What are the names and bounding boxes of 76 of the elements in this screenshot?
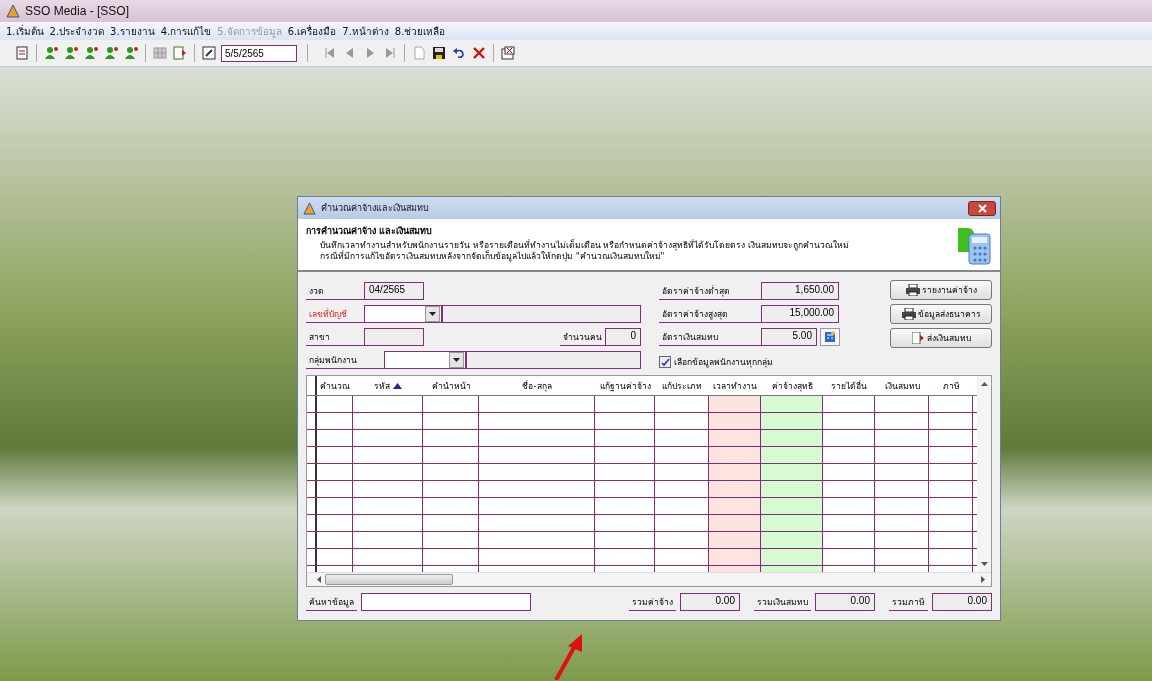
action-button[interactable]: ข้อมูลส่งธนาคาร	[890, 304, 992, 324]
delete-icon[interactable]	[471, 45, 487, 61]
column-header[interactable]: รหัส	[353, 376, 423, 395]
total-field: 0.00	[680, 593, 740, 611]
export-icon[interactable]	[172, 45, 188, 61]
printer-icon	[905, 284, 920, 296]
column-header[interactable]: แก้ฐานค่าจ้าง	[595, 376, 655, 395]
column-header[interactable]: ภาษี	[929, 376, 973, 395]
close-window-icon[interactable]	[500, 45, 516, 61]
save-icon[interactable]	[431, 45, 447, 61]
export-icon	[911, 332, 925, 344]
app-logo-icon	[6, 4, 20, 18]
calculator-icon	[824, 331, 836, 343]
person-icon[interactable]	[83, 45, 99, 61]
menu-item[interactable]: 4.การแก้ไข	[160, 23, 212, 39]
recalculate-button[interactable]	[820, 328, 840, 346]
all-groups-checkbox[interactable]: เลือกข้อมูลพนักงานทุกกลุ่ม	[659, 355, 859, 369]
menu-item[interactable]: 7.หน้าต่าง	[342, 23, 389, 39]
person-icon[interactable]	[123, 45, 139, 61]
account-dropdown[interactable]	[364, 305, 442, 323]
field-label: รวมค่าจ้าง	[629, 595, 676, 611]
document-icon[interactable]	[14, 45, 30, 61]
caret-icon	[453, 358, 460, 362]
group-dropdown[interactable]	[384, 351, 466, 369]
dialog-heading: การคำนวณค่าจ้าง และเงินสมทบ	[306, 225, 434, 238]
window-title: SSO Media - [SSO]	[25, 4, 130, 18]
scrollbar-thumb[interactable]	[325, 574, 453, 585]
scroll-down-icon[interactable]	[980, 562, 988, 566]
scroll-up-icon[interactable]	[980, 382, 988, 386]
description-text: บันทึกเวลาทำงานสำหรับพนักงานรายวัน หรือรายเดือนที่ทำงานไม่เต็มเดือน หรือกำหนดค่าจ้างสุทธิที่ได้รับโดยตรง เงินสมทบจะถูกคำนวณใหม่	[319, 240, 850, 251]
menu-item[interactable]: 2.ประจำงวด	[49, 23, 105, 39]
column-header[interactable]: เวลาทำงาน	[709, 376, 761, 395]
column-header[interactable]: ชื่อ-สกุล	[479, 376, 595, 395]
sort-ascending-icon	[393, 382, 402, 389]
horizontal-scrollbar[interactable]	[307, 572, 991, 586]
menu-item[interactable]: 3.รายงาน	[110, 23, 155, 39]
column-header[interactable]: ค่าจ้างสุทธิ	[761, 376, 823, 395]
person-icon[interactable]	[103, 45, 119, 61]
column-header[interactable]: แก้ประเภท	[655, 376, 709, 395]
column-header[interactable]: รายได้อื่น	[823, 376, 875, 395]
menu-item[interactable]: 6.เครื่องมือ	[287, 23, 337, 39]
scroll-right-icon[interactable]	[981, 576, 985, 583]
field-label: ค้นหาข้อมูล	[306, 595, 357, 611]
printer-icon	[901, 308, 916, 320]
dialog-title: คำนวณค่าจ้างและเงินสมทบ	[321, 202, 430, 215]
person-icon[interactable]	[43, 45, 59, 61]
total-field: 0.00	[815, 593, 875, 611]
close-icon	[977, 203, 987, 213]
field-label: รวมภาษี	[889, 595, 928, 611]
total-field: 0.00	[932, 593, 992, 611]
rate-field: 15,000.00	[761, 305, 839, 323]
vertical-scrollbar[interactable]	[977, 376, 991, 572]
action-button[interactable]: ส่งเงินสมทบ	[890, 328, 992, 348]
menu-item[interactable]: 1.เริ่มต้น	[6, 23, 44, 39]
scroll-left-icon[interactable]	[317, 576, 321, 583]
field-label: รวมเงินสมทบ	[754, 595, 811, 611]
rate-field: 5.00	[761, 328, 817, 346]
description-text: กรณีที่มีการแก้ไขอัตราเงินสมทบหลังจากจัดเก็บข้อมูลไปแล้วให้กดปุ่ม "คำนวณเงินสมทบใหม่"	[319, 251, 665, 262]
date-field[interactable]: 5/5/2565	[221, 44, 297, 62]
undo-icon[interactable]	[451, 45, 467, 61]
caret-icon	[429, 312, 436, 316]
column-header[interactable]: เงินสมทบ	[875, 376, 929, 395]
person-icon[interactable]	[63, 45, 79, 61]
column-header[interactable]: คำนำหน้า	[423, 376, 479, 395]
branch-field	[364, 328, 424, 346]
menu-item[interactable]: 8.ช่วยเหลือ	[394, 23, 446, 39]
close-button[interactable]	[968, 200, 996, 216]
headcount-field: 0	[605, 328, 641, 346]
search-field[interactable]	[361, 593, 531, 611]
action-button[interactable]: รายงานค่าจ้าง	[890, 280, 992, 300]
app-logo-icon	[303, 201, 316, 215]
rate-field: 1,650.00	[761, 282, 839, 300]
checkbox[interactable]	[659, 356, 671, 368]
period-field[interactable]: 04/2565	[364, 282, 424, 300]
checkmark-icon	[660, 357, 670, 367]
column-header[interactable]: คำนวณ	[317, 376, 353, 395]
